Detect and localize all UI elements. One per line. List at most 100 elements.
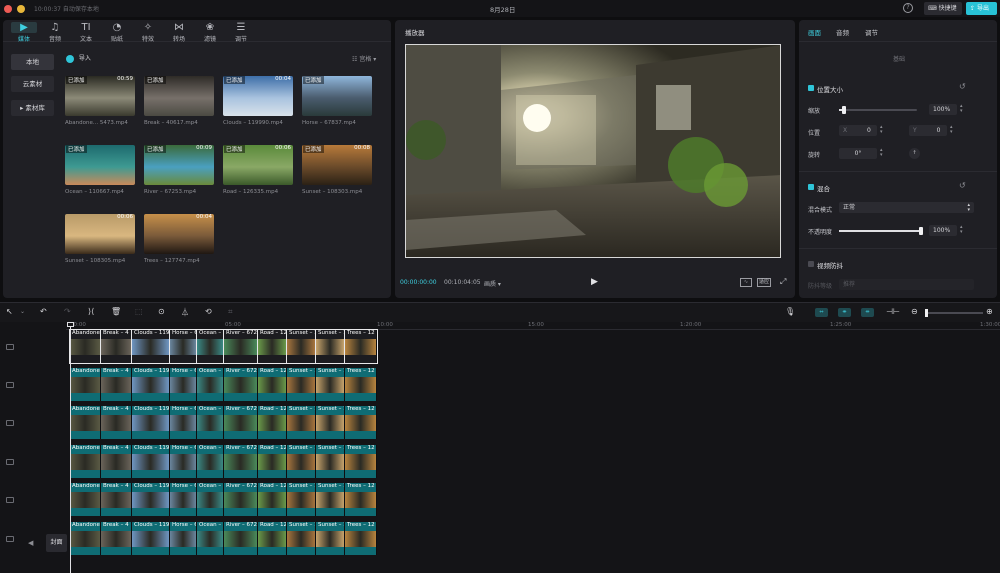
timeline-clip[interactable]: Clouds – 119 (132, 406, 170, 439)
timeline-clip[interactable]: Horse – 6 (170, 406, 197, 439)
opacity-input[interactable]: 100% (929, 225, 957, 236)
timeline-clip[interactable]: Road – 12 (258, 445, 287, 478)
timeline-clip[interactable]: Abandone (70, 445, 101, 478)
timeline-clip[interactable]: Trees – 12 (345, 483, 377, 516)
playhead-handle[interactable] (67, 322, 74, 327)
timeline-clip[interactable]: Ocean – 1 (197, 406, 224, 439)
timeline-clip[interactable]: Trees – 12 (345, 522, 377, 555)
mirror-icon[interactable]: ⏃ (181, 307, 189, 318)
cover-button[interactable]: 封面 (46, 534, 67, 552)
timeline-clip[interactable]: Ocean – 1 (197, 483, 224, 516)
reset-transform-icon[interactable]: ↺ (959, 82, 966, 91)
timeline-clip[interactable]: Trees – 12 (345, 445, 377, 478)
shortcut-button[interactable]: ⌨ 快捷键 (924, 2, 962, 15)
timeline-clip[interactable]: Sunset – 1 (316, 368, 345, 401)
timeline-clip[interactable]: River – 672 (223, 329, 259, 364)
timeline-clip[interactable]: Sunset – 1 (315, 329, 346, 364)
timeline-clip[interactable]: Sunset – 1 (287, 445, 316, 478)
scale-slider[interactable] (839, 106, 917, 114)
crop-icon[interactable]: ⌗ (228, 307, 233, 317)
scale-stepper-icon[interactable]: ▴ ▾ (960, 104, 963, 114)
timeline-clip[interactable]: Break – 4 (100, 329, 133, 364)
scale-slider-knob[interactable] (841, 106, 846, 114)
freeze-icon[interactable]: ⬚ (135, 307, 143, 316)
media-thumbnail[interactable]: 已添加 00:04 (223, 76, 293, 116)
timeline-clip[interactable]: Horse – 6 (169, 329, 198, 364)
timeline-clip[interactable]: Road – 12 (257, 329, 288, 364)
rotate-icon[interactable]: ⟲ (205, 307, 212, 316)
media-thumbnail[interactable]: 已添加 00:06 (223, 145, 293, 185)
timeline-clip[interactable]: River – 672 (224, 483, 258, 516)
quality-select[interactable]: 画质 ▾ (484, 279, 501, 288)
timeline-clip[interactable]: Ocean – 1 (197, 522, 224, 555)
blend-mode-select[interactable]: 正常 ▴ ▾ (839, 202, 974, 213)
main-track-magnet-icon[interactable]: ⇔ (815, 308, 828, 317)
zoom-slider[interactable] (925, 309, 983, 317)
tool-dropdown-icon[interactable]: ⌄ (20, 308, 25, 315)
position-y-input[interactable]: Y 0 (909, 125, 947, 136)
media-thumbnail[interactable]: 已添加 (144, 76, 214, 116)
export-button[interactable]: ⇪ 导出 (966, 2, 997, 15)
tab-canvas[interactable]: 画面 (808, 27, 821, 37)
timeline-clip[interactable]: Road – 12 (258, 368, 287, 401)
timeline-clip[interactable]: Sunset – 1 (316, 483, 345, 516)
ratio-button[interactable]: 适应 (757, 278, 771, 287)
timeline-clip[interactable]: Horse – 6 (170, 368, 197, 401)
tab-adjust[interactable]: 调节 (865, 27, 878, 37)
play-icon[interactable]: ▶ (591, 277, 598, 287)
timeline-clip[interactable]: Abandone (70, 368, 101, 401)
track-lock-icon[interactable] (6, 420, 14, 426)
timeline-clip[interactable]: River – 672 (224, 406, 258, 439)
timeline-clip[interactable]: Road – 12 (258, 406, 287, 439)
select-tool-icon[interactable]: ↖ (6, 307, 13, 316)
timeline-clip[interactable]: Sunset – 1 (287, 368, 316, 401)
timeline-clip[interactable]: Sunset – 1 (316, 522, 345, 555)
position-x-stepper-icon[interactable]: ▴ ▾ (880, 125, 883, 135)
timeline-clip[interactable]: Trees – 12 (345, 406, 377, 439)
media-thumbnail[interactable]: 已添加 (65, 145, 135, 185)
rotation-input[interactable]: 0° (839, 148, 877, 159)
timeline-clip[interactable]: Ocean – 1 (197, 368, 224, 401)
media-thumbnail[interactable]: 00:06 (65, 214, 135, 254)
video-preview[interactable] (405, 44, 781, 258)
timeline-clip[interactable]: Clouds – 119 (132, 445, 170, 478)
track-lock-icon[interactable] (6, 382, 14, 388)
position-x-input[interactable]: X 0 (839, 125, 877, 136)
timeline-clip[interactable]: Clouds – 119 (132, 368, 170, 401)
help-icon[interactable]: ? (903, 3, 913, 13)
media-thumbnail[interactable]: 00:04 (144, 214, 214, 254)
timeline-clip[interactable]: Break – 4 (101, 522, 132, 555)
scale-input[interactable]: 100% (929, 104, 957, 115)
minimize-window-button[interactable] (17, 5, 25, 13)
close-window-button[interactable] (4, 5, 12, 13)
opacity-slider-knob[interactable] (919, 227, 923, 235)
timeline-clip[interactable]: Ocean – 1 (196, 329, 225, 364)
track-lock-icon[interactable] (6, 536, 14, 542)
zoom-out-icon[interactable]: ⊖ (911, 307, 918, 316)
timeline-clip[interactable]: Horse – 6 (170, 483, 197, 516)
timeline-clip[interactable]: Horse – 6 (170, 522, 197, 555)
timeline-clip[interactable]: Ocean – 1 (197, 445, 224, 478)
timeline-clip[interactable]: Trees – 12 (344, 329, 378, 364)
zoom-slider-knob[interactable] (925, 309, 928, 317)
preview-axis-icon[interactable]: ⊣⊢ (886, 307, 900, 316)
track-lock-icon[interactable] (6, 459, 14, 465)
waveform-icon[interactable]: ∿ (740, 278, 752, 287)
opacity-slider[interactable] (839, 227, 923, 235)
track-lock-icon[interactable] (6, 497, 14, 503)
track-lock-icon[interactable] (6, 344, 14, 350)
split-icon[interactable]: ⟩⟨ (88, 307, 94, 316)
tab-audio[interactable]: 音频 (836, 27, 849, 37)
rotation-dial-icon[interactable]: ↑ (909, 148, 920, 159)
transform-checkbox[interactable] (808, 85, 814, 91)
timeline-clip[interactable]: Clouds – 119 (132, 522, 170, 555)
timeline-clip[interactable]: Break – 4 (101, 368, 132, 401)
blend-checkbox[interactable] (808, 184, 814, 190)
delete-icon[interactable]: 🗑 (111, 307, 121, 316)
timeline-clip[interactable]: River – 672 (224, 522, 258, 555)
media-thumbnail[interactable]: 已添加 00:09 (144, 145, 214, 185)
timeline-clip[interactable]: Break – 4 (101, 406, 132, 439)
media-thumbnail[interactable]: 已添加 00:59 (65, 76, 135, 116)
undo-icon[interactable]: ↶ (40, 307, 47, 316)
timeline-clip[interactable]: Trees – 12 (345, 368, 377, 401)
